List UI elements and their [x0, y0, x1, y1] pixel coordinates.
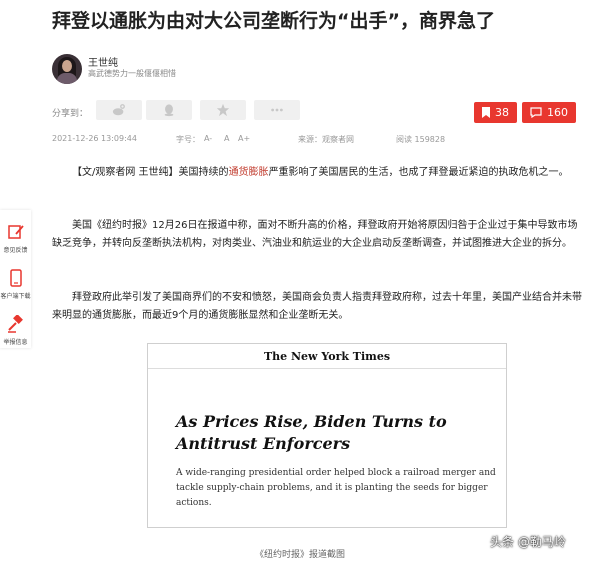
paragraph-1: 【文/观察者网 王世纯】美国持续的通货膨胀严重影响了美国居民的生活，也成了拜登最… — [52, 164, 586, 182]
comments-badge[interactable]: 160 — [522, 102, 576, 123]
app-download-button[interactable]: 客户端下载 — [0, 256, 31, 302]
paragraph-2: 美国《纽约时报》12月26日在报道中称，面对不断升高的价格，拜登政府开始将原因归… — [52, 220, 578, 249]
qq-icon — [164, 104, 174, 117]
download-label: 客户端下载 — [0, 293, 31, 300]
font-size-small-button[interactable]: A- — [204, 134, 212, 143]
masthead-divider — [148, 368, 506, 369]
watermark: 头条 @勒马岭 — [490, 535, 566, 549]
star-icon — [216, 103, 230, 117]
phone-icon — [9, 269, 22, 287]
article-views: 阅读 159828 — [396, 135, 446, 144]
comments-count: 160 — [547, 106, 568, 119]
paragraph-3: 拜登政府此举引发了美国商界们的不安和愤怒，美国商会负责人指责拜登政府称，过去十年… — [52, 292, 582, 321]
share-label: 分享到： — [52, 109, 89, 119]
publish-date: 2021-12-26 13:09:44 — [52, 134, 137, 143]
gavel-icon — [7, 315, 23, 333]
nyt-masthead: The New York Times — [263, 350, 391, 363]
font-size-medium-button[interactable]: A — [224, 134, 229, 143]
share-weibo-button[interactable] — [96, 100, 142, 120]
font-size-label: 字号： — [176, 135, 200, 144]
bookmark-icon — [482, 107, 490, 118]
author-bio: 高武德势力一般偃偃相惜 — [88, 69, 176, 78]
author-avatar[interactable] — [52, 54, 82, 84]
nyt-headline: As Prices Rise, Biden Turns to Antitrust… — [176, 412, 447, 453]
more-icon — [271, 108, 283, 112]
nyt-dek: A wide-ranging presidential order helped… — [176, 468, 496, 508]
report-button[interactable]: 举报信息 — [0, 302, 31, 348]
paragraph-1-lead: 【文/观察者网 王世纯】美国持续的 — [72, 167, 229, 178]
likes-count: 38 — [495, 106, 509, 119]
weibo-icon — [112, 104, 125, 116]
feedback-label: 意见反馈 — [3, 247, 28, 254]
more-share-button[interactable] — [254, 100, 300, 120]
nyt-screenshot-image: The New York Times As Prices Rise, Biden… — [147, 343, 507, 528]
font-size-large-button[interactable]: A+ — [238, 134, 250, 143]
edit-icon — [7, 225, 24, 239]
article-title: 拜登以通胀为由对大公司垄断行为“出手”，商界急了 — [52, 10, 495, 32]
report-label: 举报信息 — [3, 339, 28, 346]
comment-icon — [530, 107, 542, 118]
article-source: 来源：观察者网 — [298, 135, 354, 144]
favorite-button[interactable] — [200, 100, 246, 120]
inflation-link[interactable]: 通货膨胀 — [229, 167, 269, 178]
likes-badge[interactable]: 38 — [474, 102, 517, 123]
share-qq-button[interactable] — [146, 100, 192, 120]
feedback-button[interactable]: 意见反馈 — [0, 210, 31, 256]
paragraph-1-tail: 严重影响了美国居民的生活，也成了拜登最近紧迫的执政危机之一。 — [268, 167, 569, 178]
author-name[interactable]: 王世纯 — [88, 54, 118, 69]
floating-sidebar: 意见反馈 客户端下载 举报信息 — [0, 210, 31, 348]
